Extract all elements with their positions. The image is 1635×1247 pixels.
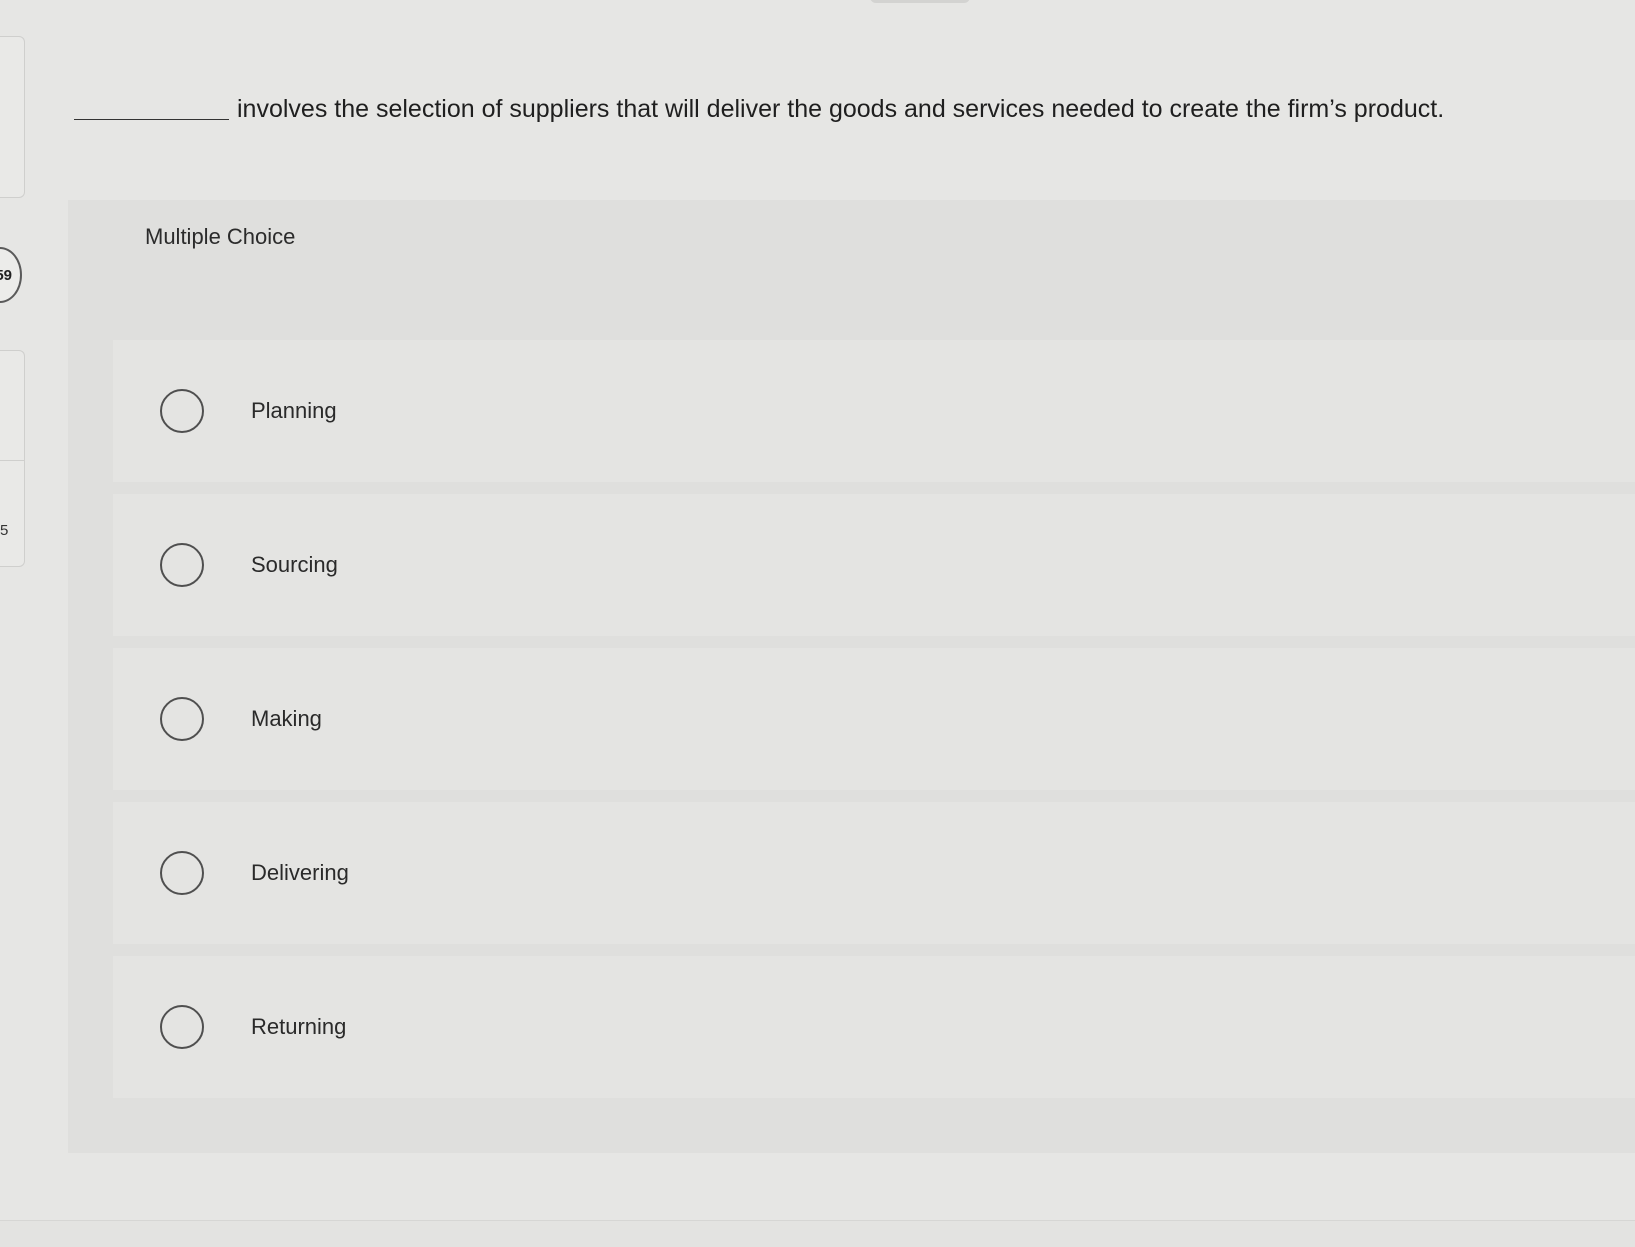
fill-in-blank [74,119,229,120]
question-nav-rail [0,36,25,198]
option-label: Returning [251,1014,347,1039]
radio-button[interactable] [160,389,204,433]
question-number-badge[interactable]: 59 [0,247,22,303]
radio-button[interactable] [160,697,204,741]
options-list: Planning Sourcing Making Delivering Retu… [113,340,1635,1110]
option-delivering[interactable]: Delivering [113,802,1635,944]
question-prompt: involves the selection of suppliers that… [74,74,1594,134]
option-label: Making [251,706,322,731]
option-label: Planning [251,398,337,423]
option-making[interactable]: Making [113,648,1635,790]
side-mark: 5 [0,522,9,539]
radio-button[interactable] [160,1005,204,1049]
option-label: Sourcing [251,552,338,577]
nav-divider [0,460,24,461]
top-edge-tab [870,0,970,3]
option-returning[interactable]: Returning [113,956,1635,1098]
question-text: involves the selection of suppliers that… [237,95,1445,123]
radio-button[interactable] [160,543,204,587]
question-number: 59 [0,266,12,284]
radio-button[interactable] [160,851,204,895]
option-planning[interactable]: Planning [113,340,1635,482]
option-label: Delivering [251,860,349,885]
option-sourcing[interactable]: Sourcing [113,494,1635,636]
bottom-strip [0,1220,1635,1247]
panel-title: Multiple Choice [145,224,296,249]
answer-panel: Multiple Choice Planning Sourcing Making… [68,200,1635,1153]
